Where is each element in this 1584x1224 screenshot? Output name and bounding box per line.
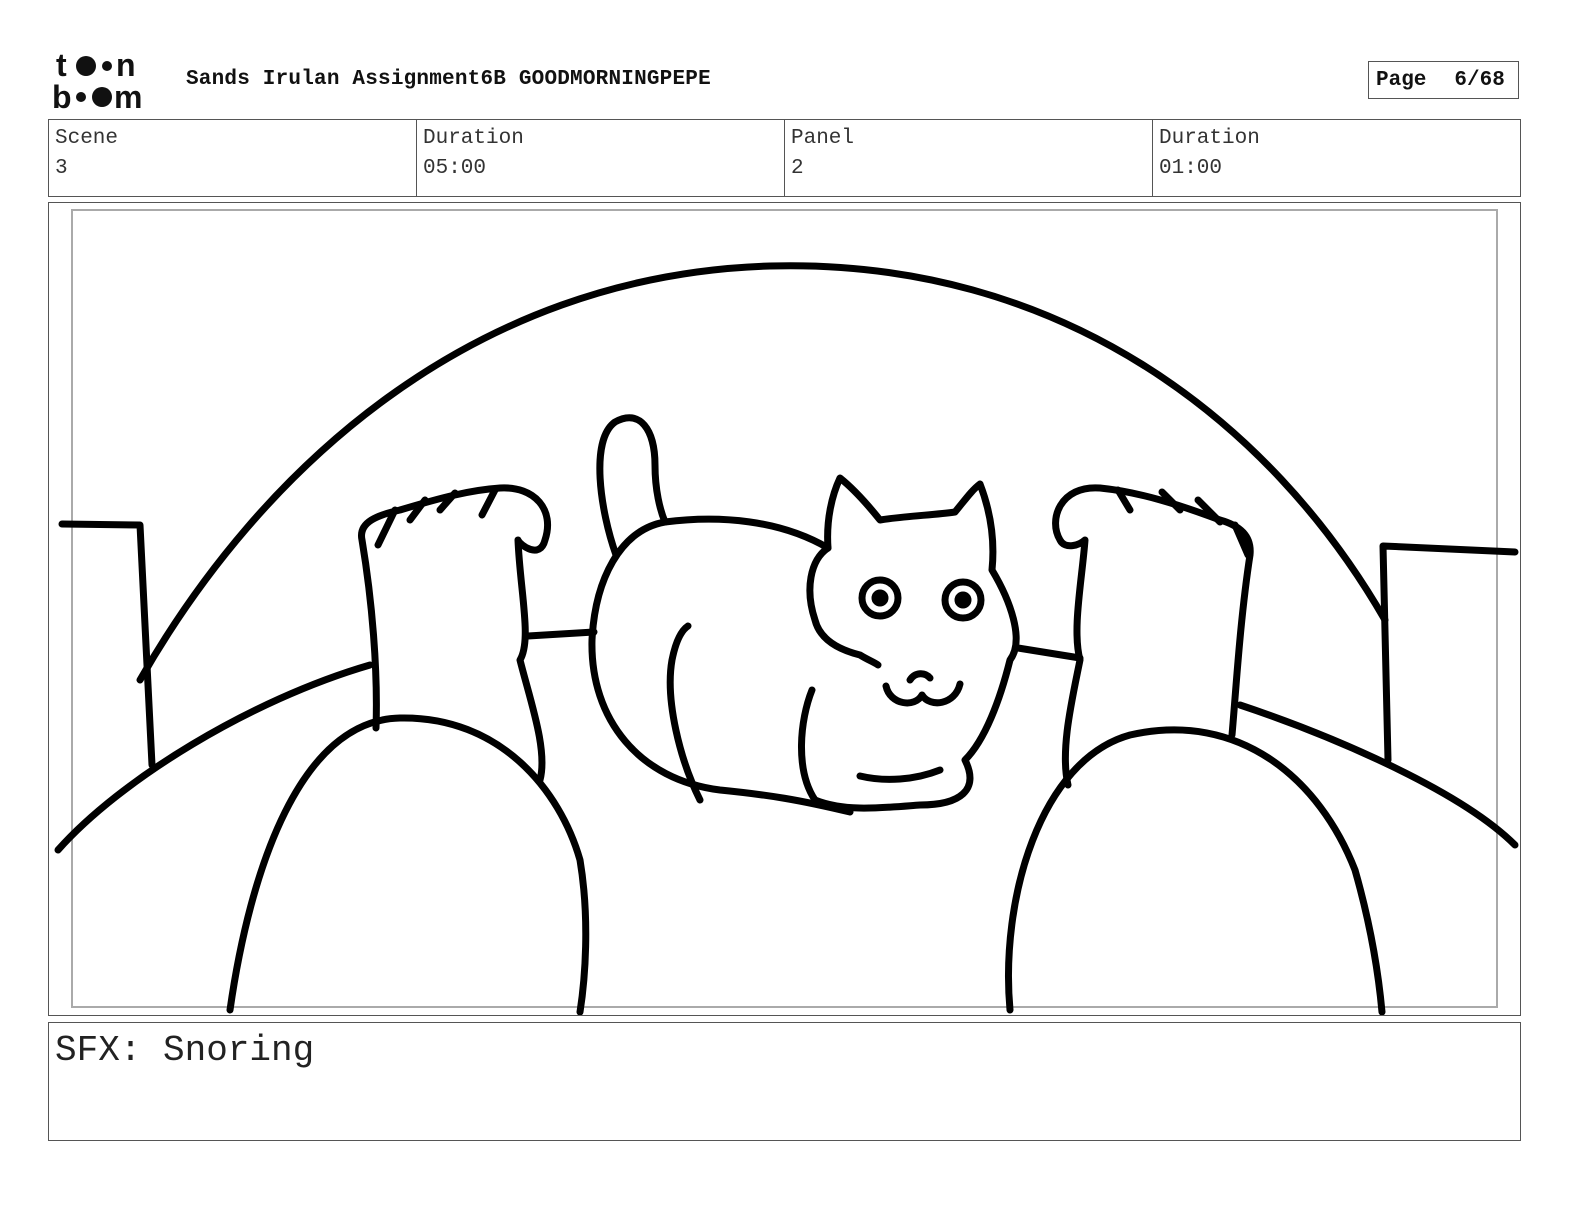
scene-duration-value: 05:00 — [423, 157, 487, 180]
scene-label: Scene — [55, 127, 119, 150]
document-title: Sands Irulan Assignment6B GOODMORNINGPEP… — [186, 68, 711, 91]
logo-icon: t n b m — [52, 50, 142, 112]
panel-info-row: Scene 3 Duration 05:00 Panel 2 Duration … — [48, 119, 1521, 197]
toon-boom-logo: t n b m — [52, 50, 164, 112]
scene-value: 3 — [55, 157, 68, 180]
panel-duration-value: 01:00 — [1159, 157, 1223, 180]
scene-duration-label: Duration — [423, 127, 524, 150]
action-notes-box: SFX: Snoring — [48, 1022, 1521, 1141]
panel-cell: Panel 2 — [785, 120, 1153, 196]
page-label: Page — [1376, 68, 1427, 92]
sketch-cat-on-bed-illustration — [54, 262, 1519, 1015]
panel-value: 2 — [791, 157, 804, 180]
page-number: 6/68 — [1454, 68, 1505, 92]
svg-text:b: b — [52, 79, 72, 112]
scene-cell: Scene 3 — [49, 120, 417, 196]
panel-label: Panel — [791, 127, 855, 150]
action-notes-text: SFX: Snoring — [55, 1030, 315, 1071]
scene-duration-cell: Duration 05:00 — [417, 120, 785, 196]
svg-text:m: m — [114, 79, 142, 112]
panel-duration-label: Duration — [1159, 127, 1260, 150]
panel-duration-cell: Duration 01:00 — [1153, 120, 1520, 196]
page-indicator: Page 6/68 — [1368, 61, 1519, 99]
